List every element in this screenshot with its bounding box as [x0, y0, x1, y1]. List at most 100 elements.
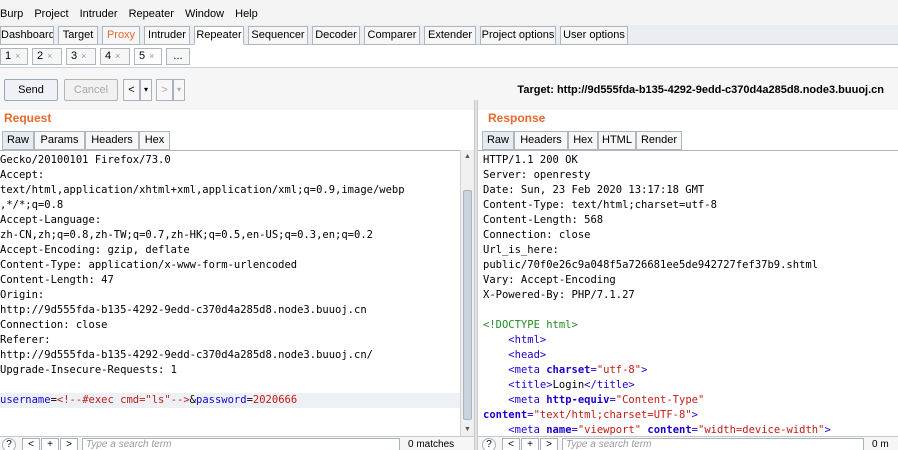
repeater-tab[interactable]: 5 × [134, 48, 162, 65]
repeater-tab[interactable]: 4 × [100, 48, 130, 65]
tab-proxy[interactable]: Proxy [102, 26, 140, 45]
close-icon[interactable]: × [115, 51, 120, 61]
close-icon[interactable]: × [15, 51, 20, 61]
tab-repeater[interactable]: Repeater [194, 26, 244, 45]
menu-project[interactable]: Project [30, 0, 72, 20]
help-icon[interactable]: ? [482, 438, 496, 450]
search-next-button[interactable]: > [540, 438, 558, 450]
repeater-tab[interactable]: 2 × [32, 48, 62, 65]
search-input[interactable]: Type a search term [82, 438, 400, 450]
repeater-tab-label: 3 [71, 50, 78, 62]
response-html-line: <meta name="viewport" content="width=dev… [483, 423, 831, 436]
back-button[interactable]: < [123, 79, 140, 101]
html-token: <html> [508, 334, 547, 346]
request-line: Accept-Language: [0, 214, 102, 226]
search-options-button[interactable]: + [41, 438, 59, 450]
tab-dashboard[interactable]: Dashboard [0, 26, 54, 45]
response-line: Vary: Accept-Encoding [483, 274, 616, 286]
scroll-thumb[interactable] [463, 190, 472, 420]
request-line: Upgrade-Insecure-Requests: 1 [0, 364, 178, 376]
help-icon[interactable]: ? [2, 438, 16, 450]
html-token: > [691, 409, 698, 421]
cancel-button[interactable]: Cancel [64, 79, 118, 101]
menu-help[interactable]: Help [231, 0, 262, 20]
tab-comparer[interactable]: Comparer [364, 26, 420, 45]
tab-params[interactable]: Params [34, 131, 85, 150]
close-icon[interactable]: × [149, 51, 154, 61]
response-line: Date: Sun, 23 Feb 2020 13:17:18 GMT [483, 184, 705, 196]
search-input[interactable]: Type a search term [562, 438, 864, 450]
repeater-tab[interactable]: 3 × [66, 48, 96, 65]
scroll-up-icon[interactable]: ▲ [463, 152, 472, 161]
request-line: Content-Type: application/x-www-form-url… [0, 259, 298, 271]
search-next-button[interactable]: > [60, 438, 78, 450]
tab-target[interactable]: Target [58, 26, 98, 45]
send-button[interactable]: Send [4, 79, 58, 101]
tab-raw[interactable]: Raw [482, 131, 514, 150]
request-title: Request [4, 111, 52, 125]
response-line: HTTP/1.1 200 OK [483, 154, 578, 166]
tab-project-options[interactable]: Project options [480, 26, 556, 45]
new-tab-button[interactable]: ... [166, 48, 190, 65]
repeater-tab-label: 1 [5, 50, 12, 62]
search-prev-button[interactable]: < [502, 438, 520, 450]
tab-hex[interactable]: Hex [139, 131, 170, 150]
request-pane: Request Raw Params Headers Hex Gecko/201… [0, 110, 474, 450]
tab-headers[interactable]: Headers [514, 131, 568, 150]
scroll-down-icon[interactable]: ▼ [463, 425, 472, 434]
response-editor[interactable]: HTTP/1.1 200 OK Server: openresty Date: … [478, 150, 898, 436]
request-search-bar: ? < + > Type a search term 0 matches [0, 436, 474, 450]
tab-render[interactable]: Render [636, 131, 682, 150]
search-prev-button[interactable]: < [22, 438, 40, 450]
html-token: <head> [508, 349, 547, 361]
tab-intruder[interactable]: Intruder [144, 26, 190, 45]
request-line: http://9d555fda-b135-4292-9edd-c370d4a28… [0, 349, 373, 361]
tab-headers[interactable]: Headers [85, 131, 139, 150]
request-line: Accept: [0, 169, 45, 181]
chevron-down-icon[interactable]: ▾ [173, 79, 185, 101]
response-pane: Response Raw Headers Hex HTML Render HTT… [478, 110, 898, 450]
forward-button[interactable]: > [156, 79, 173, 101]
response-line: Server: openresty [483, 169, 591, 181]
html-token: "width=device-width" [698, 424, 825, 436]
tab-html[interactable]: HTML [598, 131, 636, 150]
repeater-tab[interactable]: 1 × [0, 48, 28, 65]
search-options-button[interactable]: + [521, 438, 539, 450]
request-line: Accept-Encoding: gzip, deflate [0, 244, 190, 256]
tab-user-options[interactable]: User options [560, 26, 628, 45]
tab-raw[interactable]: Raw [2, 131, 34, 150]
html-token: http-equiv [546, 394, 610, 406]
menu-intruder[interactable]: Intruder [76, 0, 122, 20]
tab-decoder[interactable]: Decoder [312, 26, 360, 45]
main-tab-bar: Dashboard Target Proxy Intruder Repeater… [0, 25, 898, 45]
close-icon[interactable]: × [81, 51, 86, 61]
request-editor[interactable]: Gecko/20100101 Firefox/73.0 Accept: text… [0, 150, 460, 436]
tab-extender[interactable]: Extender [424, 26, 476, 45]
html-token: content [647, 424, 692, 436]
target-label: Target: http://9d555fda-b135-4292-9edd-c… [517, 84, 884, 96]
menu-window[interactable]: Window [181, 0, 228, 20]
html-token: > [824, 424, 831, 436]
html-token: name [546, 424, 572, 436]
menu-repeater[interactable]: Repeater [125, 0, 178, 20]
html-token: "Content-Type" [615, 394, 705, 406]
request-tabs: Raw Params Headers Hex [2, 131, 172, 150]
tab-sequencer[interactable]: Sequencer [248, 26, 308, 45]
chevron-down-icon[interactable]: ▾ [140, 79, 152, 101]
html-token: > [641, 364, 648, 376]
param-value: <!--#exec cmd="ls"--> [56, 394, 190, 406]
close-icon[interactable]: × [47, 51, 52, 61]
response-line: Content-Length: 568 [483, 214, 604, 226]
request-scrollbar[interactable]: ▲ ▼ [460, 150, 474, 436]
html-token: content [483, 409, 528, 421]
menu-burp[interactable]: Burp [0, 0, 27, 20]
html-token: "viewport" [577, 424, 642, 436]
tab-hex[interactable]: Hex [568, 131, 598, 150]
repeater-tab-label: 5 [139, 50, 146, 62]
repeater-tab-label: 2 [37, 50, 44, 62]
